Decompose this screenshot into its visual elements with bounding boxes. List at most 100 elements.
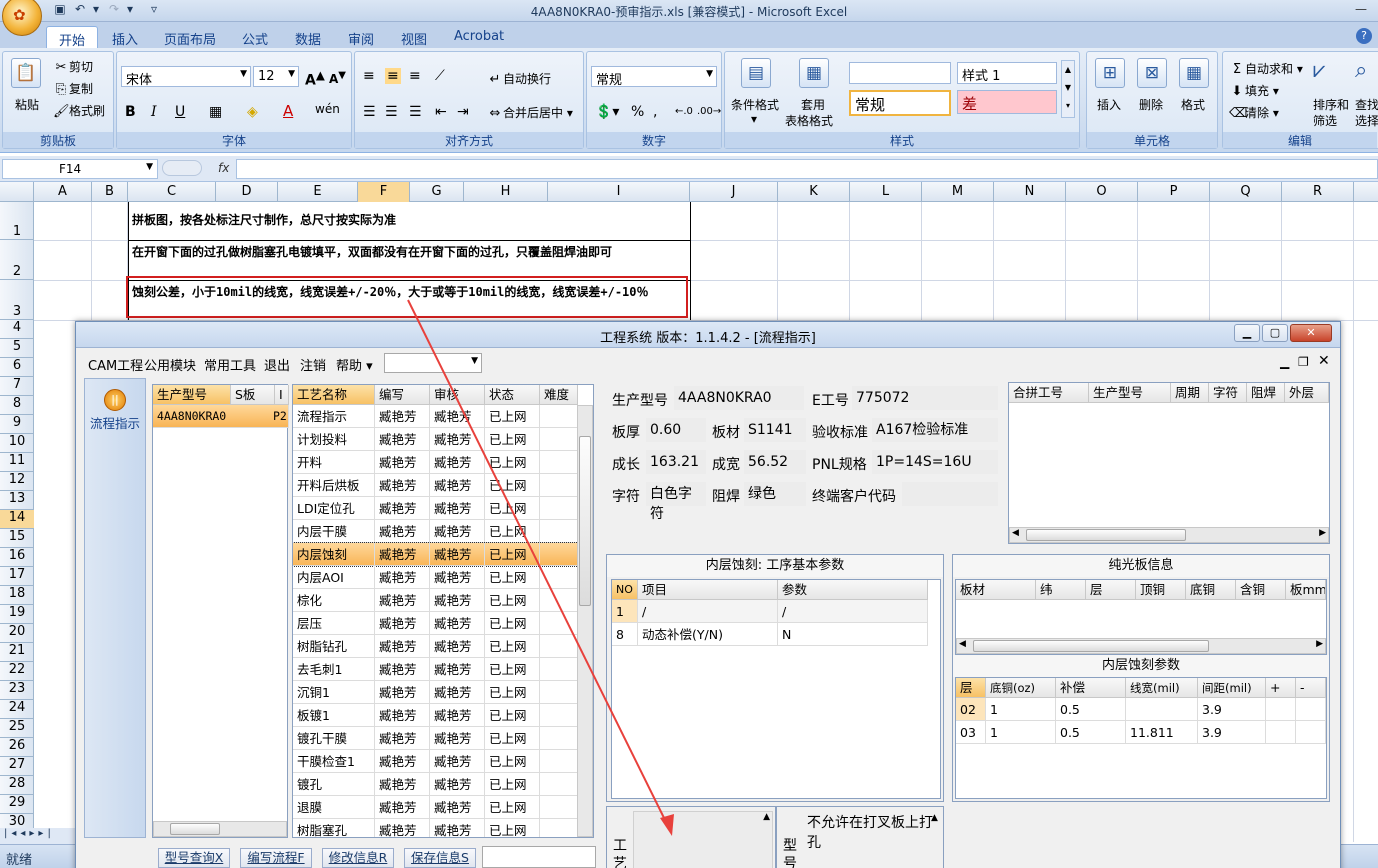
undo-icon[interactable]: ↶ xyxy=(72,2,88,18)
column-header[interactable]: I xyxy=(275,385,289,405)
table-row[interactable]: 内层AOI 臧艳芳 臧艳芳 已上网 xyxy=(293,566,578,589)
pnl-field[interactable]: 1P=14S=16U xyxy=(872,450,998,474)
tab-formulas[interactable]: 公式 xyxy=(230,26,280,48)
bare-board-table[interactable]: 板材 纬 层 顶铜 底铜 含铜 板mm ◀ ▶ xyxy=(955,579,1327,655)
tab-data[interactable]: 数据 xyxy=(283,26,333,48)
save-icon[interactable]: ▣ xyxy=(52,2,68,18)
column-header[interactable]: J xyxy=(690,182,778,202)
row-header[interactable]: 27 xyxy=(0,757,34,776)
scroll-left-icon[interactable]: ◀ xyxy=(959,639,966,649)
column-header[interactable]: E xyxy=(278,182,358,202)
char-field[interactable]: 白色字符 xyxy=(646,482,706,522)
column-header[interactable]: S板 xyxy=(231,385,275,405)
orientation-icon[interactable]: ⟋ xyxy=(435,68,445,84)
table-row[interactable]: 棕化 臧艳芳 臧艳芳 已上网 xyxy=(293,589,578,612)
column-header[interactable]: 间距(mil) xyxy=(1198,678,1266,698)
cut-button[interactable]: ✂ 剪切 xyxy=(53,58,93,76)
table-row[interactable]: 内层蚀刻 臧艳芳 臧艳芳 已上网 xyxy=(293,542,579,567)
table-row[interactable]: 开料后烘板 臧艳芳 臧艳芳 已上网 xyxy=(293,474,578,497)
scroll-right-icon[interactable]: ▶ xyxy=(1316,639,1323,649)
table-row[interactable]: 板镀1 臧艳芳 臧艳芳 已上网 xyxy=(293,704,578,727)
column-header[interactable]: 阻焊 xyxy=(1247,383,1285,403)
row-header[interactable]: 1 xyxy=(0,202,34,240)
row-header[interactable]: 22 xyxy=(0,662,34,681)
menu-public-module[interactable]: 公用模块 xyxy=(144,355,196,374)
row-header[interactable]: 14 xyxy=(0,510,34,529)
row-number[interactable]: 1 xyxy=(612,600,638,623)
align-left-icon[interactable]: ☰ xyxy=(363,104,376,120)
percent-button[interactable]: % xyxy=(631,104,644,120)
border-icon[interactable]: ▦ xyxy=(209,104,222,120)
column-header[interactable]: 板材 xyxy=(956,580,1036,600)
column-header[interactable]: 底铜 xyxy=(1186,580,1236,600)
dialog-minimize-icon[interactable]: ▁ xyxy=(1234,324,1260,342)
mask-field[interactable]: 绿色 xyxy=(744,482,806,506)
menu-cam[interactable]: CAM工程 xyxy=(88,355,143,374)
row-header[interactable]: 11 xyxy=(0,453,34,472)
row-header[interactable]: 7 xyxy=(0,377,34,396)
find-select-line1[interactable]: 查找 xyxy=(1355,96,1378,113)
column-header[interactable]: 周期 xyxy=(1171,383,1209,403)
scroll-thumb[interactable] xyxy=(170,823,220,835)
column-header[interactable]: 难度 xyxy=(540,385,578,405)
bold-button[interactable]: B xyxy=(125,104,136,120)
column-header[interactable]: N xyxy=(994,182,1066,202)
column-header[interactable]: 编写 xyxy=(375,385,430,405)
bare-board-hscroll[interactable]: ◀ ▶ xyxy=(956,638,1326,654)
shrink-font-button[interactable]: A▼ xyxy=(329,70,346,86)
table-format-line1[interactable]: 套用 xyxy=(801,96,825,113)
column-header[interactable]: A xyxy=(34,182,92,202)
scroll-thumb[interactable] xyxy=(579,436,591,606)
tab-home[interactable]: 开始 xyxy=(46,26,99,49)
name-box[interactable]: F14 ▼ xyxy=(2,159,158,179)
align-middle-icon[interactable]: ≡ xyxy=(385,68,401,84)
column-header[interactable]: F xyxy=(358,182,410,202)
find-select-line2[interactable]: 选择 xyxy=(1355,112,1378,129)
cell-row2-text[interactable]: 在开窗下面的过孔做树脂塞孔电镀填平，双面都没有在开窗下面的过孔，只覆盖阻焊油即可 xyxy=(132,244,687,260)
insert-function-button[interactable]: fx xyxy=(160,159,234,179)
column-header[interactable]: B xyxy=(92,182,128,202)
column-header[interactable]: D xyxy=(216,182,278,202)
thickness-field[interactable]: 0.60 xyxy=(646,418,706,442)
menu-logout[interactable]: 注销 xyxy=(300,355,326,374)
material-field[interactable]: S1141 xyxy=(744,418,806,442)
fill-button[interactable]: ⬇ 填充 ▾ xyxy=(1229,82,1279,100)
tab-acrobat[interactable]: Acrobat xyxy=(442,26,516,48)
cell-row1-text[interactable]: 拼板图，按各处标注尺寸制作，总尺寸按实际为准 xyxy=(132,212,687,228)
paste-icon[interactable]: 📋 xyxy=(11,58,41,88)
save-info-button[interactable]: 保存信息S xyxy=(404,848,476,868)
model-field[interactable]: 4AA8N0KRA0 xyxy=(674,386,804,410)
sheet-nav-arrows-icon[interactable]: |◂◂▸▸| xyxy=(4,828,55,839)
help-icon[interactable]: ? xyxy=(1356,28,1372,44)
sort-filter-line1[interactable]: 排序和 xyxy=(1313,96,1349,113)
italic-button[interactable]: I xyxy=(151,104,157,120)
etch-value-cell[interactable]: N xyxy=(778,623,928,646)
etch-item-cell[interactable]: / xyxy=(638,600,778,623)
column-header[interactable]: 生产型号 xyxy=(1089,383,1171,403)
column-header[interactable]: 状态 xyxy=(485,385,540,405)
row-header[interactable]: 2 xyxy=(0,240,34,280)
table-row[interactable]: 内层干膜 臧艳芳 臧艳芳 已上网 xyxy=(293,520,578,543)
combine-table-hscroll[interactable]: ◀ ▶ xyxy=(1009,527,1329,543)
row-header[interactable]: 17 xyxy=(0,567,34,586)
dialog-close-icon[interactable]: ✕ xyxy=(1290,324,1332,342)
tab-view[interactable]: 视图 xyxy=(389,26,439,48)
autosum-button[interactable]: Σ 自动求和 ▾ xyxy=(1229,60,1303,78)
table-row[interactable]: 层压 臧艳芳 臧艳芳 已上网 xyxy=(293,612,578,635)
dialog-maximize-icon[interactable]: ▢ xyxy=(1262,324,1288,342)
row-header[interactable]: 21 xyxy=(0,643,34,662)
find-icon[interactable]: ⌕ xyxy=(1355,58,1367,83)
sort-filter-line2[interactable]: 筛选 xyxy=(1313,112,1337,129)
column-header[interactable]: 补偿 xyxy=(1056,678,1126,698)
font-size-select[interactable]: 12 ▼ xyxy=(253,66,299,87)
column-header[interactable]: I xyxy=(548,182,690,202)
write-flow-button[interactable]: 编写流程F xyxy=(240,848,312,868)
table-row[interactable]: 干膜检查1 臧艳芳 臧艳芳 已上网 xyxy=(293,750,578,773)
style-bad-cell[interactable]: 差 xyxy=(957,90,1057,114)
table-row[interactable]: 计划投料 臧艳芳 臧艳芳 已上网 xyxy=(293,428,578,451)
scroll-up-icon[interactable]: ▲ xyxy=(763,812,770,822)
row-header[interactable]: 16 xyxy=(0,548,34,567)
mdi-minimize-icon[interactable]: ▁ xyxy=(1280,355,1289,369)
column-header[interactable]: 层 xyxy=(1086,580,1136,600)
row-header[interactable]: 6 xyxy=(0,358,34,377)
